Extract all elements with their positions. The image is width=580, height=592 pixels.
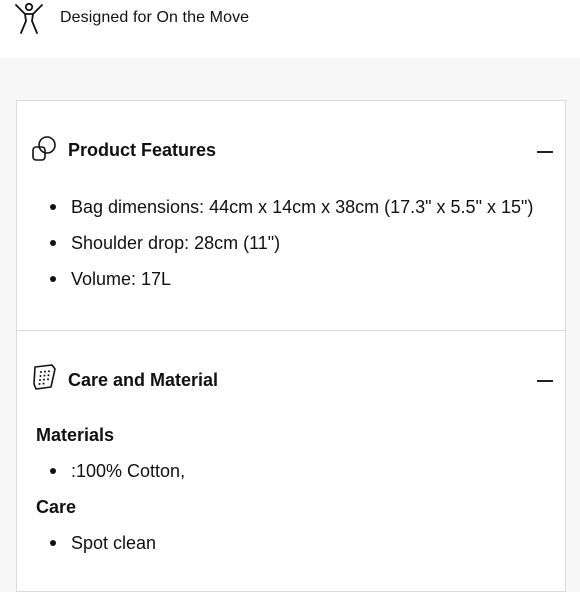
materials-heading: Materials bbox=[36, 425, 115, 445]
list-item: Shoulder drop: 28cm (11") bbox=[17, 225, 533, 261]
care-heading: Care bbox=[36, 497, 77, 517]
materials-list: :100% Cotton, bbox=[17, 453, 185, 489]
person-arms-up-icon bbox=[15, 2, 43, 34]
care-material-title: Care and Material bbox=[68, 370, 219, 390]
product-features-list: Bag dimensions: 44cm x 14cm x 38cm (17.3… bbox=[17, 189, 533, 297]
list-item: Volume: 17L bbox=[17, 261, 533, 297]
product-features-collapse-icon[interactable] bbox=[537, 151, 553, 153]
product-features-header[interactable]: Product Features bbox=[17, 131, 565, 171]
overlapping-shapes-icon bbox=[32, 136, 56, 161]
list-item: Bag dimensions: 44cm x 14cm x 38cm (17.3… bbox=[17, 189, 533, 225]
care-list: Spot clean bbox=[17, 525, 156, 561]
product-details-card: Product Features Bag dimensions: 44cm x … bbox=[16, 100, 566, 592]
top-banner: Designed for On the Move bbox=[0, 0, 580, 58]
care-material-collapse-icon[interactable] bbox=[537, 380, 553, 382]
care-material-header[interactable]: Care and Material bbox=[17, 360, 565, 400]
section-divider bbox=[17, 330, 565, 331]
banner-text: Designed for On the Move bbox=[60, 9, 250, 26]
product-features-title: Product Features bbox=[68, 140, 217, 160]
list-item: Spot clean bbox=[17, 525, 156, 561]
list-item: :100% Cotton, bbox=[17, 453, 185, 489]
fabric-swatch-icon bbox=[33, 364, 56, 390]
